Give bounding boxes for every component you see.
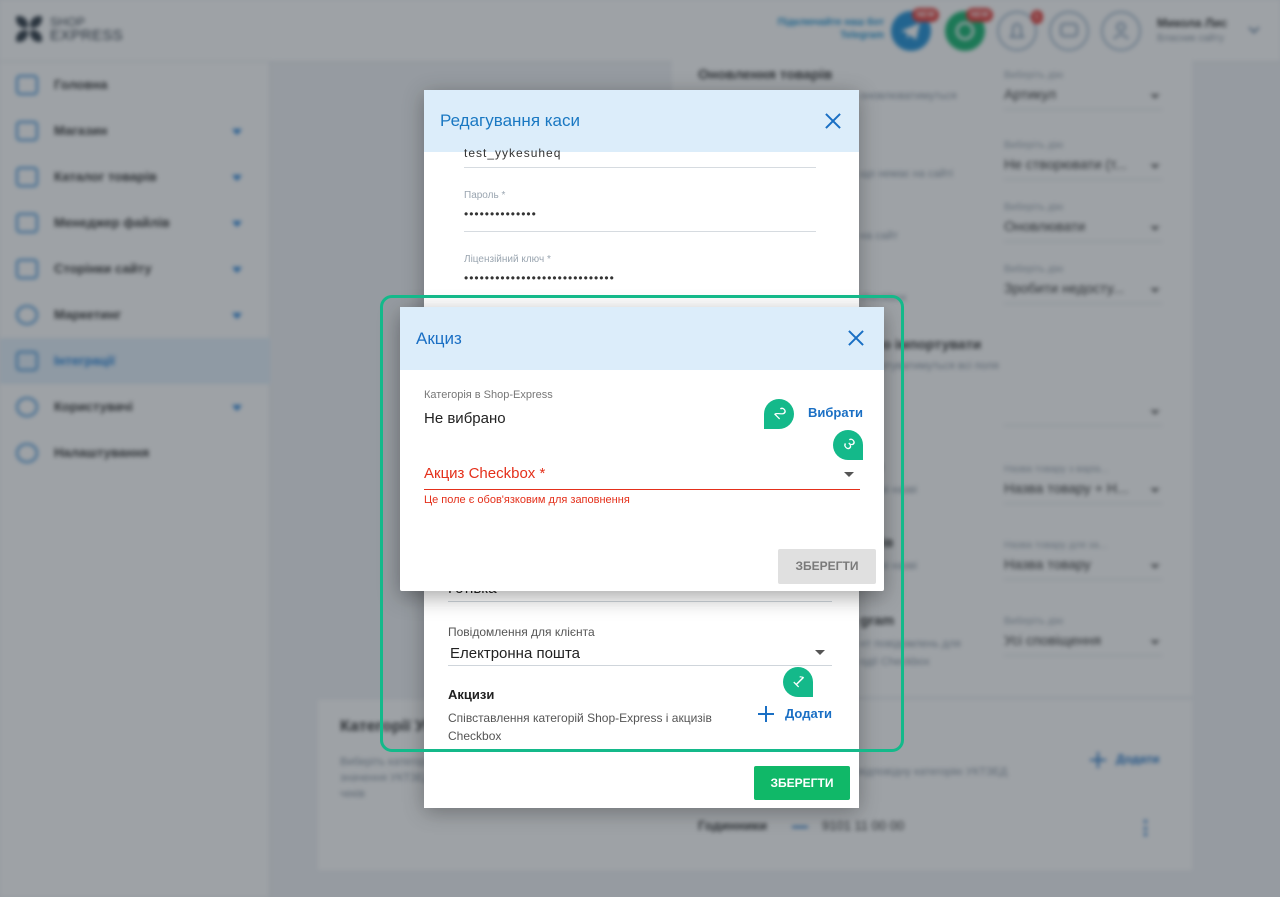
callout-3: 3	[833, 430, 863, 460]
edit-register-title: Редагування каси	[440, 111, 581, 130]
login-field[interactable]: test_yykesuheq	[464, 146, 816, 168]
highlight-frame	[380, 295, 904, 752]
callout-2: 2	[764, 399, 794, 429]
password-field[interactable]: Пароль * ••••••••••••••	[464, 190, 816, 232]
callout-1: 1	[783, 667, 813, 697]
edit-register-header: Редагування каси	[424, 90, 859, 152]
license-key-field[interactable]: Ліцензійний ключ * •••••••••••••••••••••…	[464, 254, 816, 296]
close-icon[interactable]	[824, 112, 842, 130]
save-register-button[interactable]: ЗБЕРЕГТИ	[754, 766, 850, 800]
